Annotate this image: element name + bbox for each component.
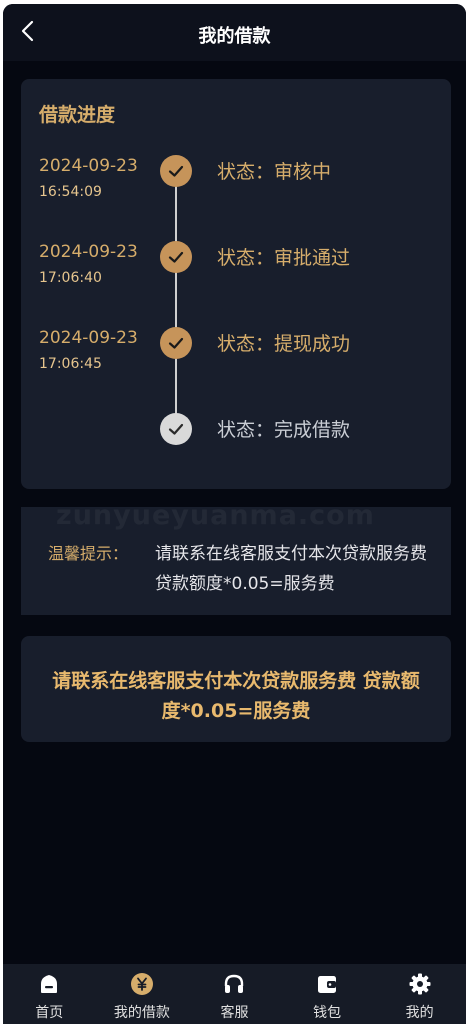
tab-label: 我的借款 [113, 1005, 170, 1021]
loan-progress-card: 借款进度 2024-09-23 16:54:09 状态：审核中 2024-09-… [21, 79, 451, 489]
check-icon [168, 165, 184, 177]
yen-icon [130, 972, 154, 996]
step-time: 16:54:09 [39, 184, 102, 200]
step-done-indicator [160, 241, 192, 273]
home-icon [37, 972, 61, 996]
step-time: 17:06:40 [39, 270, 102, 286]
warm-tip-text: 请联系在线客服支付本次贷款服务费 贷款额度*0.05=服务费 [155, 544, 427, 594]
tab-label: 首页 [35, 1005, 64, 1021]
step-date: 2024-09-23 [39, 156, 138, 176]
service-fee-text: 请联系在线客服支付本次贷款服务费 贷款额度*0.05=服务费 [52, 670, 420, 722]
check-icon [168, 423, 184, 435]
step-done-indicator [160, 327, 192, 359]
bottom-tab-bar: 首页 我的借款 客服 钱包 我的 [3, 964, 466, 1024]
tab-my-loans[interactable]: 我的借款 [96, 964, 189, 1024]
step-date: 2024-09-23 [39, 328, 138, 348]
step-date: 2024-09-23 [39, 242, 138, 262]
gear-icon [408, 972, 432, 996]
progress-step: 2024-09-23 17:06:45 状态：提现成功 [21, 327, 451, 388]
header: 我的借款 [3, 4, 466, 61]
app-frame: 我的借款 借款进度 2024-09-23 16:54:09 状态：审核中 202… [3, 4, 466, 1024]
step-status: 状态：提现成功 [217, 333, 351, 355]
check-icon [168, 251, 184, 263]
step-pending-indicator [160, 413, 192, 445]
tab-home[interactable]: 首页 [3, 964, 96, 1024]
tab-wallet[interactable]: 钱包 [281, 964, 374, 1024]
step-time: 17:06:45 [39, 356, 102, 372]
warm-tip-card: zunyueyuanma.com 温馨提示： 请联系在线客服支付本次贷款服务费 … [21, 500, 451, 615]
progress-step: 2024-09-23 16:54:09 状态：审核中 [21, 155, 451, 216]
progress-step: 2024-09-23 17:06:40 状态：审批通过 [21, 241, 451, 302]
tab-customer-service[interactable]: 客服 [188, 964, 281, 1024]
page-title: 我的借款 [198, 26, 271, 47]
check-icon [168, 337, 184, 349]
progress-title: 借款进度 [39, 104, 116, 126]
timeline-line [175, 186, 177, 426]
watermark: zunyueyuanma.com [56, 500, 375, 531]
warm-tip-label: 温馨提示： [48, 544, 129, 563]
tab-label: 钱包 [313, 1005, 342, 1021]
wallet-icon [315, 972, 339, 996]
tab-label: 客服 [220, 1005, 249, 1021]
tab-profile[interactable]: 我的 [373, 964, 466, 1024]
headset-icon [222, 972, 246, 996]
tab-label: 我的 [405, 1005, 434, 1021]
progress-step: 状态：完成借款 [21, 413, 451, 474]
service-fee-banner: 请联系在线客服支付本次贷款服务费 贷款额度*0.05=服务费 [21, 636, 451, 742]
step-status: 状态：完成借款 [217, 419, 351, 441]
step-status: 状态：审核中 [217, 161, 332, 183]
step-done-indicator [160, 155, 192, 187]
step-status: 状态：审批通过 [217, 247, 351, 269]
